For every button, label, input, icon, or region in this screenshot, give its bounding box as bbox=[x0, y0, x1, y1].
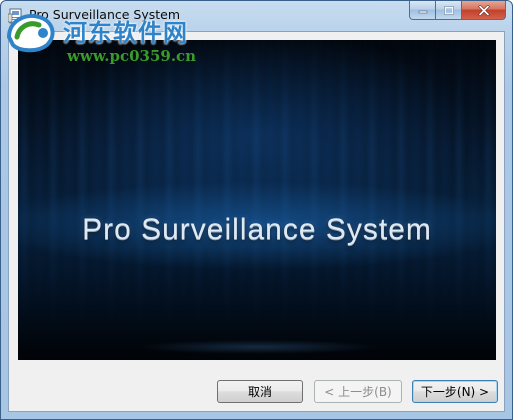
splash-title: Pro Surveillance System bbox=[82, 213, 432, 246]
back-button[interactable]: < 上一步(B) bbox=[314, 380, 402, 403]
window-title: Pro Surveillance System bbox=[29, 7, 181, 22]
caption-buttons bbox=[409, 1, 506, 21]
close-button[interactable] bbox=[462, 1, 506, 20]
next-button[interactable]: 下一步(N) > bbox=[412, 380, 498, 403]
splash-banner: Pro Surveillance System bbox=[18, 40, 496, 360]
minimize-button[interactable] bbox=[409, 1, 436, 20]
installer-icon[interactable] bbox=[7, 8, 24, 24]
splash-glow bbox=[138, 340, 378, 354]
cancel-button[interactable]: 取消 bbox=[217, 380, 303, 403]
wizard-client-area: Pro Surveillance System 取消 < 上一步(B) 下一步(… bbox=[8, 31, 505, 412]
close-icon bbox=[478, 4, 489, 16]
maximize-button[interactable] bbox=[436, 1, 462, 20]
installer-window: Pro Surveillance System Pro Surveillance… bbox=[0, 0, 513, 420]
minimize-icon bbox=[418, 10, 427, 14]
title-bar[interactable]: Pro Surveillance System bbox=[1, 1, 512, 31]
maximize-icon bbox=[443, 5, 454, 15]
splash-light-rays bbox=[18, 40, 496, 360]
